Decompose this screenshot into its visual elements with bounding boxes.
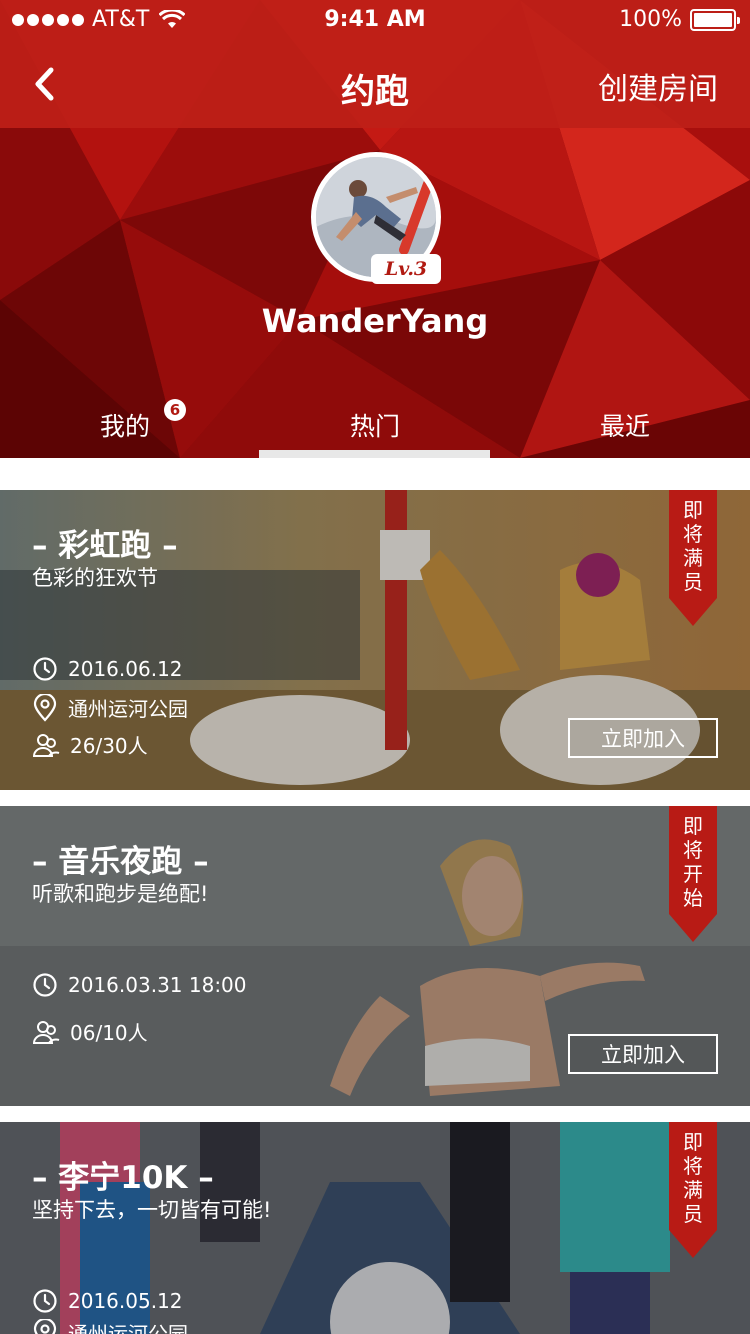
join-button[interactable]: 立即加入 bbox=[568, 1034, 718, 1074]
navigation-bar: 约跑 创建房间 bbox=[0, 40, 750, 128]
event-date-text: 2016.03.31 18:00 bbox=[68, 973, 247, 997]
username: WanderYang bbox=[261, 302, 489, 340]
group-icon bbox=[32, 733, 60, 757]
tab-hot[interactable]: 热门 bbox=[250, 385, 500, 458]
event-participants: 26/30人 bbox=[32, 730, 148, 759]
clock-icon bbox=[33, 973, 57, 997]
tab-bar: 我的 6 热门 最近 bbox=[0, 385, 750, 458]
battery-percent: 100% bbox=[619, 7, 682, 32]
status-ribbon: 即 将 开 始 bbox=[669, 806, 717, 944]
event-location: 通州运河公园 bbox=[32, 693, 188, 722]
ribbon-label: 即 将 开 始 bbox=[683, 814, 703, 910]
tab-label: 最近 bbox=[599, 412, 650, 441]
back-button[interactable] bbox=[22, 60, 66, 108]
event-location: 通州运河公园 bbox=[32, 1318, 188, 1334]
event-card-music-night-run[interactable]: – 音乐夜跑 – 听歌和跑步是绝配! 2016.03.31 18:00 06/1… bbox=[0, 806, 750, 1106]
event-date: 2016.03.31 18:00 bbox=[32, 972, 247, 998]
ribbon-label: 即 将 满 员 bbox=[683, 1130, 703, 1226]
event-date-text: 2016.05.12 bbox=[68, 1289, 183, 1313]
join-button[interactable]: 立即加入 bbox=[568, 718, 718, 758]
event-participants: 06/10人 bbox=[32, 1017, 148, 1046]
tab-badge: 6 bbox=[164, 399, 186, 421]
status-ribbon: 即 将 满 员 bbox=[669, 1122, 717, 1260]
event-location-text: 通州运河公园 bbox=[68, 1322, 188, 1334]
event-date-text: 2016.06.12 bbox=[68, 657, 183, 681]
event-date: 2016.06.12 bbox=[32, 656, 183, 682]
tab-mine[interactable]: 我的 6 bbox=[0, 385, 250, 458]
create-room-button[interactable]: 创建房间 bbox=[598, 64, 718, 108]
event-subtitle: 听歌和跑步是绝配! bbox=[32, 882, 209, 906]
event-participants-text: 06/10人 bbox=[70, 1021, 148, 1045]
status-bar: AT&T 9:41 AM 100% bbox=[0, 0, 750, 40]
event-date: 2016.05.12 bbox=[32, 1288, 183, 1314]
avatar[interactable]: Lv.3 bbox=[311, 152, 441, 284]
event-card-lining-10k[interactable]: – 李宁10K – 坚持下去，一切皆有可能! 2016.05.12 通州运河公园… bbox=[0, 1122, 750, 1334]
clock-icon bbox=[33, 657, 57, 681]
battery-icon bbox=[690, 8, 740, 31]
tab-label: 我的 bbox=[99, 412, 150, 441]
ribbon-label: 即 将 满 员 bbox=[683, 498, 703, 594]
tab-recent[interactable]: 最近 bbox=[500, 385, 750, 458]
group-icon bbox=[32, 1020, 60, 1044]
event-title: – 彩虹跑 – bbox=[32, 528, 178, 564]
tab-label: 热门 bbox=[349, 412, 400, 441]
event-subtitle: 坚持下去，一切皆有可能! bbox=[32, 1198, 272, 1222]
tab-indicator bbox=[259, 450, 490, 458]
event-title: – 李宁10K – bbox=[32, 1160, 214, 1196]
chevron-left-icon bbox=[35, 67, 54, 101]
clock-icon bbox=[33, 1289, 57, 1313]
event-title: – 音乐夜跑 – bbox=[32, 844, 209, 880]
event-participants-text: 26/30人 bbox=[70, 734, 148, 758]
event-location-text: 通州运河公园 bbox=[68, 697, 188, 721]
location-pin-icon bbox=[33, 693, 57, 722]
event-card-rainbow-run[interactable]: – 彩虹跑 – 色彩的狂欢节 2016.06.12 通州运河公园 26/30人 … bbox=[0, 490, 750, 790]
location-pin-icon bbox=[33, 1318, 57, 1334]
event-subtitle: 色彩的狂欢节 bbox=[32, 566, 158, 590]
status-ribbon: 即 将 满 员 bbox=[669, 490, 717, 628]
level-badge: Lv.3 bbox=[371, 254, 441, 284]
